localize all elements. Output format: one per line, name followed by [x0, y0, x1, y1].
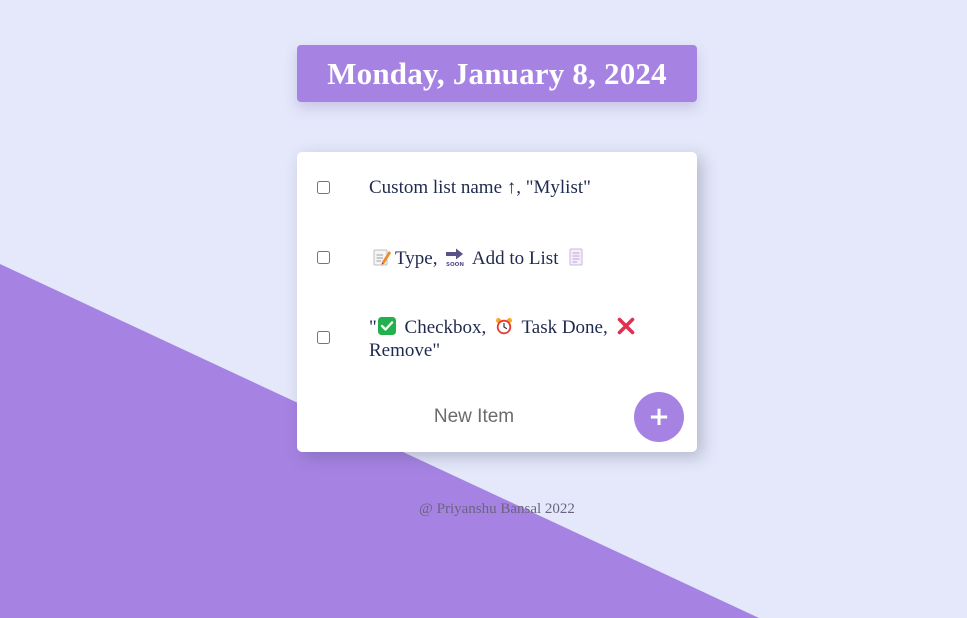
item-checkbox[interactable]: [317, 331, 330, 344]
add-item-button[interactable]: +: [634, 392, 684, 442]
item-checkbox[interactable]: [317, 181, 330, 194]
date-title: Monday, January 8, 2024: [327, 55, 667, 91]
scroll-icon: [566, 247, 586, 267]
memo-icon: [372, 247, 392, 267]
cross-mark-icon: [616, 316, 636, 336]
add-to-list-label: Add to List: [471, 248, 559, 269]
open-quote: ": [369, 317, 377, 338]
todo-list-box: Custom list name ↑, "Mylist" Type, SOON …: [297, 152, 697, 452]
remove-label: Remove": [369, 340, 441, 361]
soon-arrow-icon: SOON: [445, 247, 465, 268]
type-label: Type,: [395, 248, 438, 269]
item-text: Type, SOON Add to List: [369, 247, 669, 270]
task-done-label: Task Done,: [521, 317, 608, 338]
svg-text:SOON: SOON: [446, 262, 464, 267]
item-text: " Checkbox, Task Done, Remove": [369, 316, 669, 362]
item-checkbox[interactable]: [317, 251, 330, 264]
item-text: Custom list name ↑, "Mylist": [369, 177, 591, 198]
footer-credit: @ Priyanshu Bansal 2022: [419, 501, 575, 517]
check-mark-icon: [377, 316, 397, 336]
date-heading: Monday, January 8, 2024: [297, 45, 697, 102]
new-item-input[interactable]: [369, 402, 579, 432]
checkbox-label: Checkbox,: [404, 317, 487, 338]
alarm-clock-icon: [494, 316, 514, 336]
